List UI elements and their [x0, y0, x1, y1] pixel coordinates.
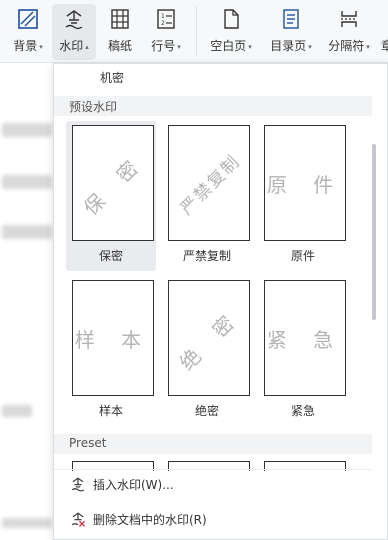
insert-watermark-menu-item[interactable]: 插入水印(W)... — [54, 469, 372, 498]
delete-watermark-icon — [69, 510, 87, 528]
chevron-down-icon: ▾ — [177, 43, 181, 51]
chapter-button[interactable]: 章 — [380, 0, 388, 62]
watermark-preview-text: 紧 急 — [266, 327, 344, 352]
watermark-thumb-label: 紧急 — [290, 404, 315, 418]
svg-text:2: 2 — [161, 20, 165, 27]
watermark-item-confidential-label[interactable]: 机密 — [100, 69, 124, 86]
watermark-thumb-label: 保密 — [98, 249, 123, 263]
watermark-thumb-sample[interactable]: 样 本 样本 — [66, 276, 156, 426]
watermark-preview-text: 严禁复制 — [176, 150, 245, 219]
blurred-text — [2, 225, 52, 239]
background-button[interactable]: 背景 ▾ — [6, 0, 50, 62]
chevron-up-icon: ▴ — [85, 43, 89, 51]
watermark-preview-text: 样 本 — [74, 327, 152, 352]
watermark-thumb-label: 严禁复制 — [182, 249, 231, 263]
toc-page-icon — [279, 7, 303, 31]
blurred-text — [2, 405, 32, 417]
watermark-preview-text: 保 密 — [78, 148, 150, 220]
preset-title: Preset — [69, 436, 107, 450]
line-number-label: 行号 — [151, 39, 176, 53]
chevron-down-icon: ▾ — [366, 43, 370, 51]
watermark-preview-text: 原 件 — [266, 172, 344, 197]
blank-page-label: 空白页 — [210, 39, 247, 53]
toolbar: 背景 ▾ 水印 ▴ 稿纸 12 行号 ▾ 空白页 ▾ 目录页 ▾ 分隔符 ▾ 章 — [0, 0, 388, 63]
watermark-label: 水印 — [59, 39, 84, 53]
manuscript-paper-button[interactable]: 稿纸 — [100, 0, 140, 62]
watermark-icon — [62, 7, 86, 31]
watermark-thumb-confidential[interactable]: 保 密 保密 — [66, 121, 156, 271]
watermark-preview-text: 绝 密 — [174, 303, 246, 375]
preset-watermark-title: 预设水印 — [69, 100, 118, 114]
watermark-thumb-original[interactable]: 原 件 原件 — [258, 121, 348, 271]
line-number-button[interactable]: 12 行号 ▾ — [144, 0, 188, 62]
blurred-text — [2, 175, 52, 189]
watermark-thumb-top-secret[interactable]: 绝 密 绝密 — [162, 276, 252, 426]
toc-page-button[interactable]: 目录页 ▾ — [264, 0, 318, 62]
watermark-thumb-label: 绝密 — [194, 404, 219, 418]
chevron-down-icon: ▾ — [308, 43, 312, 51]
svg-text:1: 1 — [161, 13, 165, 20]
blurred-text — [2, 518, 52, 528]
chapter-label: 章 — [380, 39, 388, 53]
chevron-down-icon: ▾ — [248, 43, 252, 51]
preset-watermark-header: 预设水印 — [54, 96, 372, 116]
separator-button[interactable]: 分隔符 ▾ — [322, 0, 376, 62]
blurred-text — [2, 123, 52, 137]
preset-header: Preset — [54, 434, 372, 454]
blank-page-button[interactable]: 空白页 ▾ — [204, 0, 258, 62]
watermark-thumb-urgent[interactable]: 紧 急 紧急 — [258, 276, 348, 426]
delete-watermark-menu-item[interactable]: 删除文档中的水印(R) — [54, 505, 372, 533]
toc-page-label: 目录页 — [270, 39, 307, 53]
watermark-thumb-label: 原件 — [290, 249, 315, 263]
delete-watermark-label: 删除文档中的水印(R) — [93, 512, 207, 527]
line-number-icon: 12 — [154, 7, 178, 31]
watermark-thumb-no-copy[interactable]: 严禁复制 严禁复制 — [162, 121, 252, 271]
watermark-dropdown: 机密 预设水印 保 密 保密 严禁复制 严禁复制 原 件 原件 样 本 样本 绝… — [53, 63, 388, 540]
chevron-down-icon: ▾ — [39, 43, 43, 51]
separator-icon — [337, 7, 361, 31]
blank-page-icon — [219, 7, 243, 31]
scrollbar[interactable] — [372, 144, 376, 320]
separator-label: 分隔符 — [328, 39, 365, 53]
toolbar-divider — [196, 6, 197, 56]
manuscript-paper-icon — [108, 7, 132, 31]
watermark-icon — [69, 475, 87, 493]
background-label: 背景 — [13, 39, 38, 53]
watermark-button[interactable]: 水印 ▴ — [52, 0, 96, 62]
background-icon — [16, 7, 40, 31]
watermark-thumb-label: 样本 — [98, 404, 123, 418]
manuscript-paper-label: 稿纸 — [107, 39, 132, 53]
insert-watermark-label: 插入水印(W)... — [93, 477, 174, 492]
